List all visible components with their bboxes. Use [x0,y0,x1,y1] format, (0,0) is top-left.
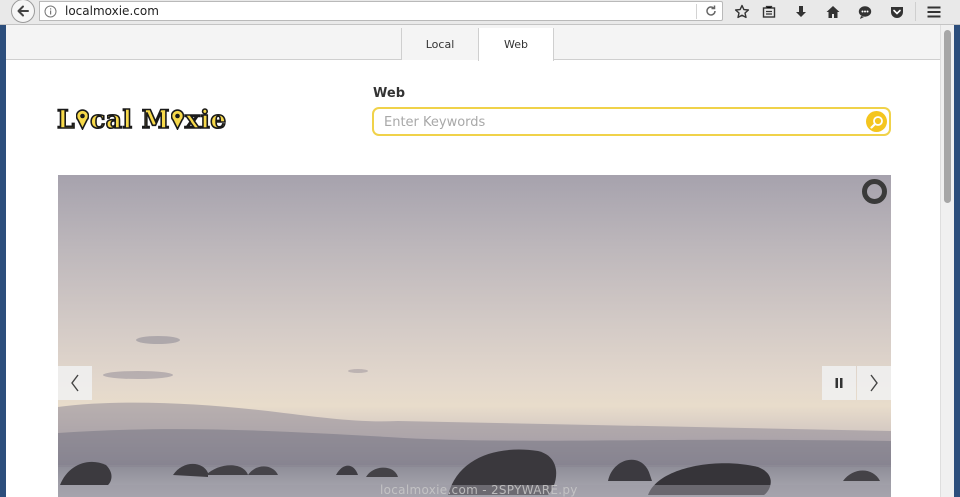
logo-text-l: L [56,104,76,135]
reading-list-icon[interactable] [760,3,778,21]
slider-pause-button[interactable] [822,366,856,400]
url-bar[interactable]: localmoxie.com [39,1,723,21]
scrollbar-thumb[interactable] [944,30,951,203]
vertical-scrollbar[interactable] [940,25,954,497]
logo-text-cal: cal M [89,104,170,135]
site-tab-bar: Local Web [6,25,940,61]
map-pin-icon [170,107,185,131]
loading-ring-icon [862,179,887,204]
star-icon[interactable] [733,3,751,21]
pause-icon [835,378,843,388]
toolbar-separator [915,2,916,21]
url-text[interactable]: localmoxie.com [65,4,159,18]
window-frame [954,25,960,497]
watermark-text: localmoxie.com - 2SPYWARE.py [380,483,578,497]
slider-next-button[interactable] [857,366,891,400]
chevron-left-icon [71,374,79,392]
url-separator [696,4,697,19]
logo-text-xie: xie [184,104,227,135]
browser-toolbar: localmoxie.com [0,0,960,25]
site-logo[interactable]: Lcal M xie [56,104,227,135]
search-input[interactable] [384,113,854,131]
hero-slider [58,175,891,497]
info-icon[interactable] [44,5,57,18]
back-arrow-icon [17,5,29,17]
search-box [372,107,891,136]
pocket-icon[interactable] [888,3,906,21]
chat-icon[interactable] [856,3,874,21]
hero-image [58,336,891,497]
slider-prev-button[interactable] [58,366,92,400]
tab-local[interactable]: Local [401,28,479,60]
back-button[interactable] [11,0,35,23]
map-pin-icon [75,107,90,131]
search-icon [869,115,883,129]
page-viewport: Local Web Lcal M xie Web [6,25,940,497]
download-icon[interactable] [792,3,810,21]
tab-web[interactable]: Web [478,28,554,61]
home-icon[interactable] [824,3,842,21]
reload-icon[interactable] [704,4,718,18]
chevron-right-icon [870,374,878,392]
search-label: Web [373,86,405,101]
search-button[interactable] [866,111,887,132]
hamburger-menu-icon[interactable] [925,3,943,21]
